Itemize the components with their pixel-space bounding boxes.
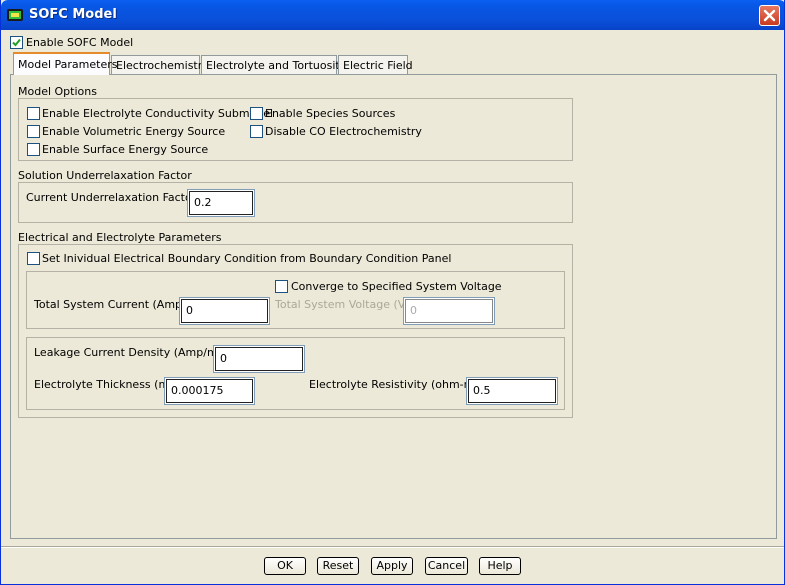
electrical-title: Electrical and Electrolyte Parameters [18, 231, 222, 244]
tab-electric-field[interactable]: Electric Field [338, 55, 413, 75]
sofc-model-dialog: SOFC Model Enable SOFC Model Model Param… [0, 0, 785, 585]
tab-label: Electrolyte and Tortuosity [206, 59, 347, 72]
close-button[interactable] [759, 5, 780, 26]
ok-button[interactable]: OK [264, 557, 306, 575]
electrolyte-conductivity-label: Enable Electrolyte Conductivity Submodel [42, 107, 274, 120]
thickness-label: Electrolyte Thickness (m): [34, 378, 178, 391]
tab-electrolyte-tortuosity[interactable]: Electrolyte and Tortuosity [201, 55, 346, 75]
window-title: SOFC Model [29, 7, 117, 22]
enable-sofc-label: Enable SOFC Model [26, 36, 134, 49]
individual-bc-checkbox[interactable] [27, 252, 40, 265]
title-bar[interactable]: SOFC Model [1, 0, 784, 30]
check-icon [12, 38, 21, 47]
input-value: 0.000175 [171, 384, 224, 397]
total-voltage-input[interactable]: 0 [403, 297, 495, 325]
input-value: 0.2 [194, 196, 212, 209]
resistivity-input[interactable]: 0.5 [466, 377, 558, 405]
current-underrelaxation-label: Current Underrelaxation Factor: [26, 191, 200, 204]
app-icon [7, 8, 23, 22]
volumetric-energy-checkbox[interactable] [27, 125, 40, 138]
close-icon [763, 9, 776, 22]
disable-co-label: Disable CO Electrochemistry [265, 125, 422, 138]
button-divider [1, 546, 784, 548]
individual-bc-label: Set Inividual Electrical Boundary Condit… [42, 252, 452, 265]
converge-voltage-label: Converge to Specified System Voltage [291, 280, 502, 293]
cancel-button[interactable]: Cancel [425, 557, 468, 575]
disable-co-checkbox[interactable] [250, 125, 263, 138]
reset-button[interactable]: Reset [317, 557, 359, 575]
total-current-label: Total System Current (Amp): [34, 298, 191, 311]
leakage-input[interactable]: 0 [213, 345, 305, 373]
apply-button[interactable]: Apply [371, 557, 413, 575]
resistivity-label: Electrolyte Resistivity (ohm-m): [309, 378, 483, 391]
species-sources-checkbox[interactable] [250, 107, 263, 120]
input-value: 0 [220, 352, 227, 365]
total-current-input[interactable]: 0 [179, 297, 270, 325]
enable-sofc-checkbox[interactable] [10, 36, 23, 49]
electrolyte-conductivity-checkbox[interactable] [27, 107, 40, 120]
surface-energy-checkbox[interactable] [27, 143, 40, 156]
tab-label: Electric Field [343, 59, 413, 72]
current-underrelaxation-input[interactable]: 0.2 [187, 189, 255, 217]
species-sources-label: Enable Species Sources [265, 107, 396, 120]
tab-model-parameters[interactable]: Model Parameters [13, 52, 117, 75]
model-options-title: Model Options [18, 85, 97, 98]
total-voltage-label: Total System Voltage (V): [275, 298, 414, 311]
tab-label: Electrochemistry [116, 59, 209, 72]
converge-voltage-checkbox[interactable] [275, 280, 288, 293]
input-value: 0 [186, 304, 193, 317]
input-value: 0 [410, 304, 417, 317]
thickness-input[interactable]: 0.000175 [164, 377, 255, 405]
tab-label: Model Parameters [18, 58, 118, 71]
input-value: 0.5 [473, 384, 491, 397]
surface-energy-label: Enable Surface Energy Source [42, 143, 209, 156]
help-button[interactable]: Help [479, 557, 521, 575]
underrelaxation-title: Solution Underrelaxation Factor [18, 169, 192, 182]
tab-electrochemistry[interactable]: Electrochemistry [111, 55, 209, 75]
volumetric-energy-label: Enable Volumetric Energy Source [42, 125, 226, 138]
leakage-label: Leakage Current Density (Amp/m2): [34, 346, 233, 359]
